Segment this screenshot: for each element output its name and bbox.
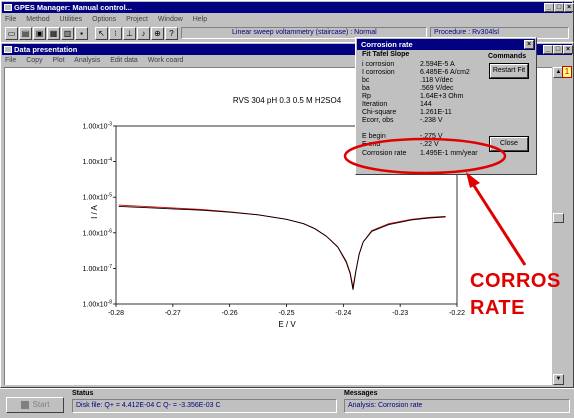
highlight-ellipse — [343, 137, 507, 175]
messages-text: Analysis: Corrosion rate — [344, 399, 570, 413]
annotation-arrow-line — [469, 180, 527, 266]
status-title: Status — [72, 390, 94, 397]
start-icon — [20, 400, 29, 409]
annotation-text-line2: RATE — [470, 297, 525, 319]
start-button[interactable]: Start — [6, 397, 64, 413]
start-label: Start — [32, 400, 50, 409]
annotation-arrowhead — [466, 172, 480, 188]
annotation-text-line1: CORROS — [470, 270, 561, 292]
messages-title: Messages — [344, 390, 378, 397]
status-text: Disk file: Q+ = 4.412E-04 C Q- = -3.356E… — [72, 399, 337, 413]
annotation-overlay — [343, 137, 527, 266]
status-area: Start Status Disk file: Q+ = 4.412E-04 C… — [0, 388, 574, 418]
